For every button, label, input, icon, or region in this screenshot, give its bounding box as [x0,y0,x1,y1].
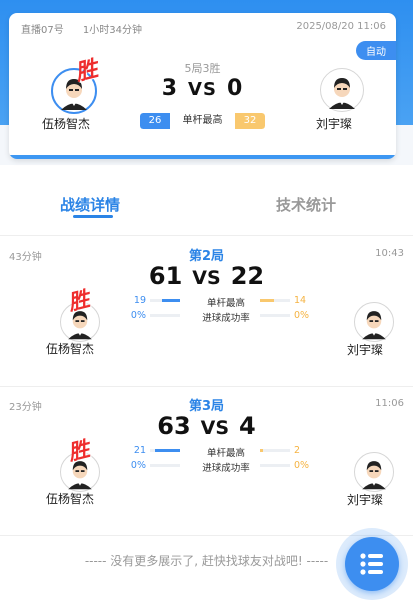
best-break-pill: 26 单杆最高 32 [140,113,265,129]
auto-badge[interactable]: 自动 [356,41,396,60]
avatar-right-player[interactable] [354,452,394,492]
best-break-label: 单杆最高 [170,113,235,129]
stat-right-value: 14 [294,295,307,306]
game-score-left: 63 [157,412,191,440]
stat-left-bar [150,314,180,317]
best-break-right: 32 [235,113,265,129]
stat-left-value: 0% [130,310,146,321]
match-score: 3 VS 0 [140,76,265,101]
stat-right-fill [260,449,263,452]
game-score: 63 VS 4 [0,412,413,440]
stat-right-bar [260,314,290,317]
tab-bar: 战绩详情 技术统计 [0,190,413,226]
stat-label: 进球成功率 [202,313,250,324]
game-score-right: 22 [230,262,265,290]
stat-left-bar [150,299,180,302]
stat-row-best-break: 19 单杆最高 14 [130,295,310,309]
score-left: 3 [161,76,179,101]
person-icon [355,453,393,491]
vs-label: VS [188,79,217,100]
stat-right-value: 2 [294,445,301,456]
list-icon [360,553,383,575]
player-right-name: 刘宇璨 [347,493,384,507]
match-datetime: 2025/08/20 11:06 [296,21,386,32]
player-left-name: 伍杨智杰 [46,342,95,356]
stat-right-bar [260,464,290,467]
stat-row-pot-rate: 0% 进球成功率 0% [130,310,310,324]
game-score: 61 VS 22 [0,262,413,290]
stat-left-bar [150,464,180,467]
avatar-right-player[interactable] [320,68,364,112]
stat-row-best-break: 21 单杆最高 2 [130,445,310,459]
game-card[interactable]: 43分钟 第2局 10:43 61 VS 22 19 单杆最高 14 0% 进球成功… [0,238,413,388]
stat-right-value: 0% [294,310,310,321]
person-icon [355,303,393,341]
divider [0,386,413,387]
stat-left-value: 0% [130,460,146,471]
match-score-block: 5局3胜 3 VS 0 [140,60,265,101]
player-left-name: 伍杨智杰 [42,117,91,131]
player-right-name: 刘宇璨 [316,117,353,131]
stat-label: 进球成功率 [202,463,250,474]
stat-label: 单杆最高 [206,448,245,459]
tab-tech-stats[interactable]: 技术统计 [276,194,336,215]
stat-left-bar [150,449,180,452]
game-score-left: 61 [148,262,183,290]
divider [0,235,413,236]
game-score-right: 4 [239,412,256,440]
stat-right-bar [260,449,290,452]
stat-left-fill [162,299,180,302]
vs-label: VS [192,267,221,289]
stat-left-value: 21 [133,445,146,456]
room-name: 直播07号 [21,25,64,36]
stat-row-pot-rate: 0% 进球成功率 0% [130,460,310,474]
stat-label: 单杆最高 [206,298,245,309]
match-duration: 1小时34分钟 [82,25,143,36]
vs-label: VS [200,417,230,439]
menu-fab-button[interactable] [345,537,399,591]
match-summary-card: 直播07号 1小时34分钟 2025/08/20 11:06 自动 胜 伍杨智杰… [9,13,396,159]
game-card[interactable]: 23分钟 第3局 11:06 63 VS 4 21 单杆最高 2 0% 进球成功率 … [0,388,413,538]
avatar-right-player[interactable] [354,302,394,342]
tab-indicator [73,215,113,218]
stat-right-bar [260,299,290,302]
game-clock: 11:06 [375,398,404,409]
tab-match-details[interactable]: 战绩详情 [60,194,120,215]
card-accent-bar [9,155,396,159]
stat-right-fill [260,299,274,302]
person-icon [322,70,362,110]
score-right: 0 [226,76,244,101]
stat-left-fill [154,449,180,452]
match-format: 5局3胜 [184,62,221,75]
stat-right-value: 0% [294,460,310,471]
best-break-left: 26 [140,113,170,129]
game-clock: 10:43 [375,248,404,259]
player-left-name: 伍杨智杰 [46,492,95,506]
stat-left-value: 19 [133,295,146,306]
player-right-name: 刘宇璨 [347,343,384,357]
card-meta: 直播07号 1小时34分钟 [21,21,158,36]
